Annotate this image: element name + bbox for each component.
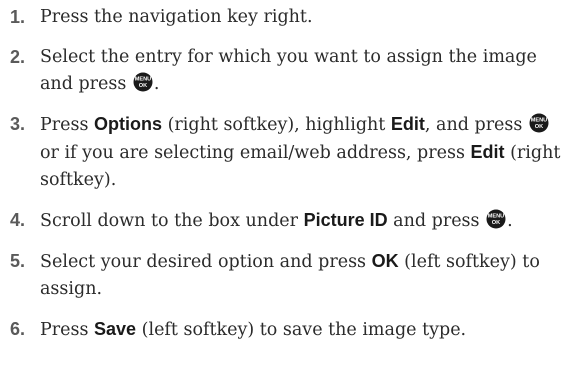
- edit-option-label: Edit: [390, 114, 425, 134]
- menu-ok-icon: MENUOK: [486, 209, 506, 229]
- step-5: 5. Select your desired option and press …: [10, 248, 561, 303]
- step-number: 4.: [10, 210, 26, 230]
- save-key-label: Save: [94, 319, 137, 339]
- svg-text:OK: OK: [492, 220, 500, 226]
- step-number: 2.: [10, 47, 26, 67]
- step-6: 6. Press Save (left softkey) to save the…: [10, 316, 561, 344]
- svg-text:OK: OK: [139, 83, 147, 89]
- step-3: 3. Press Options (right softkey), highli…: [10, 111, 561, 194]
- step-text: Select the entry for which you want to a…: [40, 47, 537, 94]
- menu-ok-icon: MENUOK: [133, 72, 153, 92]
- step-4: 4. Scroll down to the box under Picture …: [10, 207, 561, 235]
- steps-list: 1. Press the navigation key right. 2. Se…: [10, 4, 561, 344]
- step-text: Scroll down to the box under Picture ID …: [40, 209, 513, 231]
- step-number: 6.: [10, 319, 26, 339]
- ok-key-label: OK: [371, 251, 399, 271]
- step-number: 3.: [10, 114, 26, 134]
- step-2: 2. Select the entry for which you want t…: [10, 44, 561, 98]
- picture-id-label: Picture ID: [303, 210, 388, 230]
- step-1: 1. Press the navigation key right.: [10, 4, 561, 31]
- step-number: 1.: [10, 7, 26, 27]
- svg-text:MENU: MENU: [135, 77, 151, 83]
- step-number: 5.: [10, 251, 26, 271]
- step-text: Press Options (right softkey), highlight…: [40, 113, 561, 190]
- instruction-page: 1. Press the navigation key right. 2. Se…: [0, 0, 571, 366]
- step-text: Select your desired option and press OK …: [40, 251, 540, 299]
- options-key-label: Options: [94, 114, 163, 134]
- step-text: Press Save (left softkey) to save the im…: [40, 319, 467, 340]
- svg-text:MENU: MENU: [531, 118, 547, 124]
- step-text: Press the navigation key right.: [40, 7, 313, 27]
- svg-text:OK: OK: [535, 124, 543, 130]
- svg-text:MENU: MENU: [488, 214, 504, 220]
- edit-key-label: Edit: [470, 142, 505, 162]
- menu-ok-icon: MENUOK: [529, 113, 549, 133]
